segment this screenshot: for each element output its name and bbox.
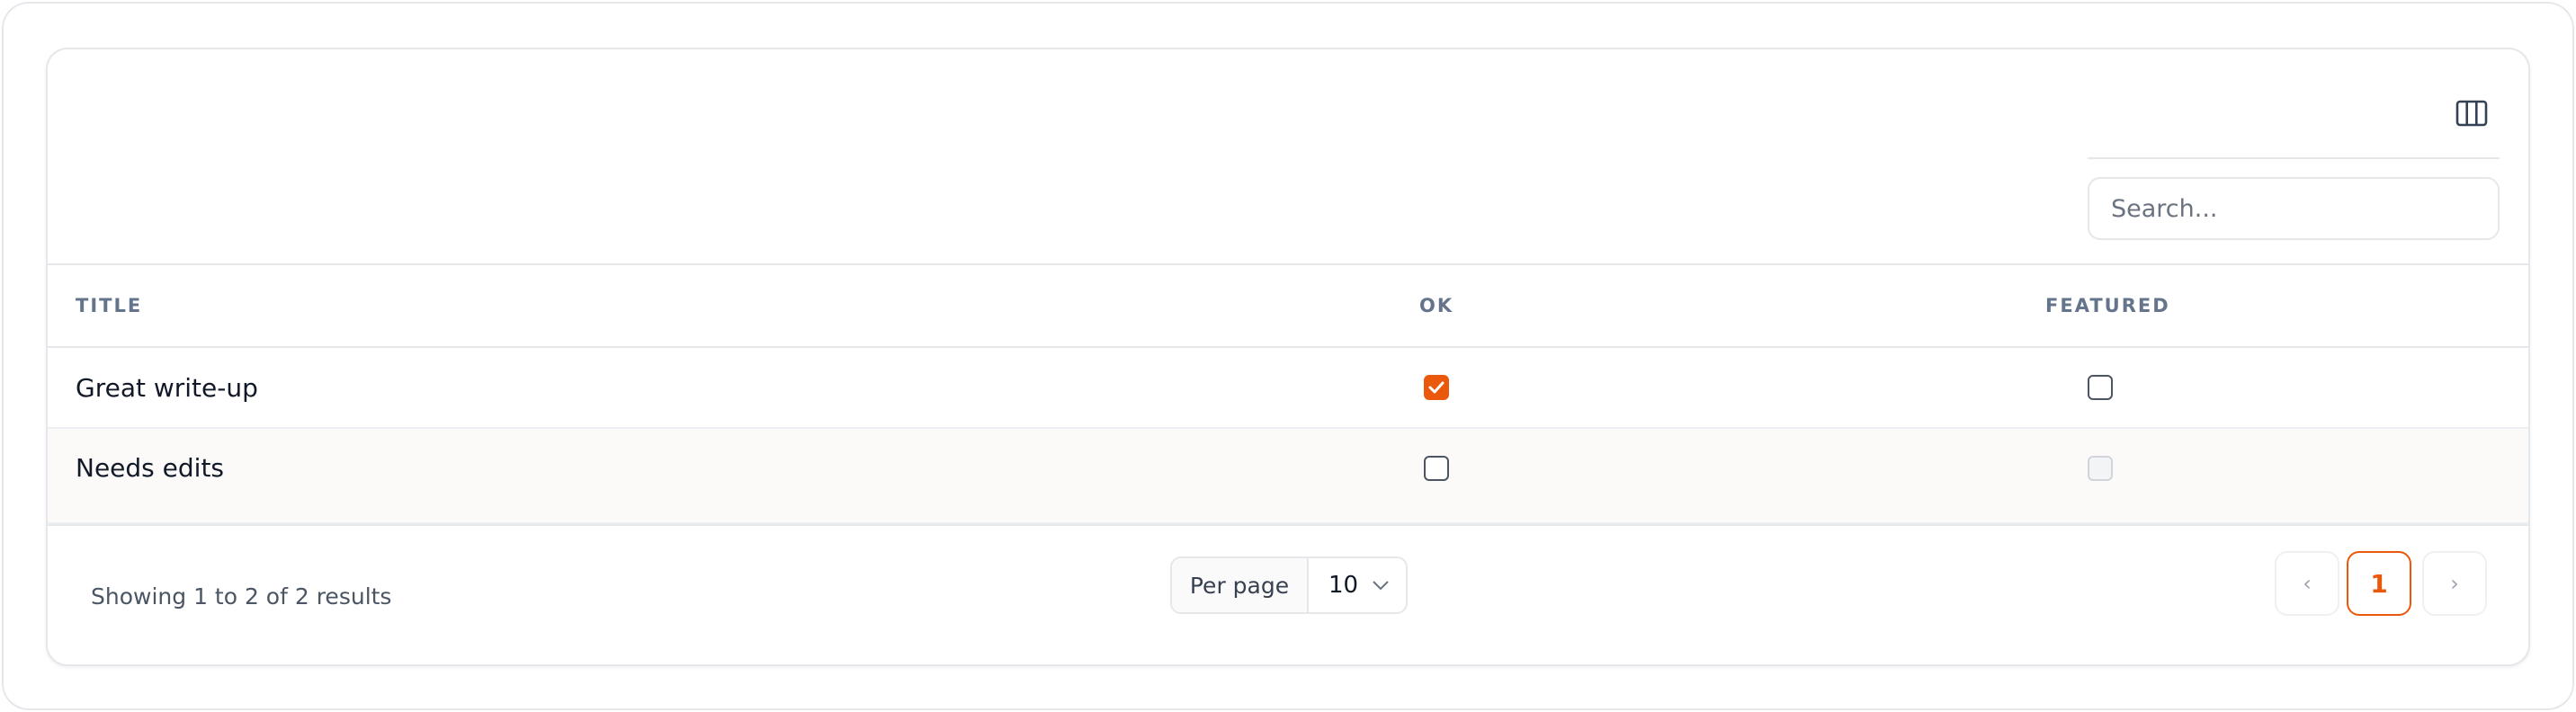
table-row: Needs edits (48, 429, 2528, 524)
column-header-featured[interactable]: FEATURED (2045, 265, 2170, 346)
column-header-ok[interactable]: OK (1419, 265, 1453, 346)
table-card: TITLE OK FEATURED Great write-up Needs e… (46, 48, 2530, 666)
chevron-down-icon (1373, 581, 1389, 591)
column-toggle-button[interactable] (2449, 91, 2494, 136)
column-header-title[interactable]: TITLE (76, 265, 142, 346)
pagination-next-button[interactable]: › (2422, 551, 2487, 616)
per-page-label: Per page (1172, 558, 1309, 612)
featured-checkbox (2088, 456, 2113, 481)
columns-icon (2455, 100, 2488, 127)
featured-checkbox[interactable] (2088, 375, 2113, 400)
results-summary: Showing 1 to 2 of 2 results (91, 583, 392, 610)
check-icon (1428, 381, 1445, 394)
per-page-control: Per page 10 (1170, 556, 1408, 614)
table-toolbar (48, 49, 2528, 265)
row-title: Needs edits (76, 453, 225, 483)
ok-checkbox[interactable] (1424, 375, 1449, 400)
ok-checkbox[interactable] (1424, 456, 1449, 481)
table-row: Great write-up (48, 348, 2528, 429)
pagination-prev-button[interactable]: ‹ (2275, 551, 2339, 616)
table-header: TITLE OK FEATURED (48, 263, 2528, 348)
pagination-page-1[interactable]: 1 (2347, 551, 2411, 616)
per-page-select[interactable]: 10 (1309, 558, 1406, 612)
row-title: Great write-up (76, 372, 258, 403)
search-input[interactable] (2088, 177, 2500, 240)
table-footer: Showing 1 to 2 of 2 results Per page 10 … (48, 524, 2528, 664)
toolbar-divider (2088, 157, 2500, 159)
per-page-value: 10 (1328, 572, 1359, 599)
